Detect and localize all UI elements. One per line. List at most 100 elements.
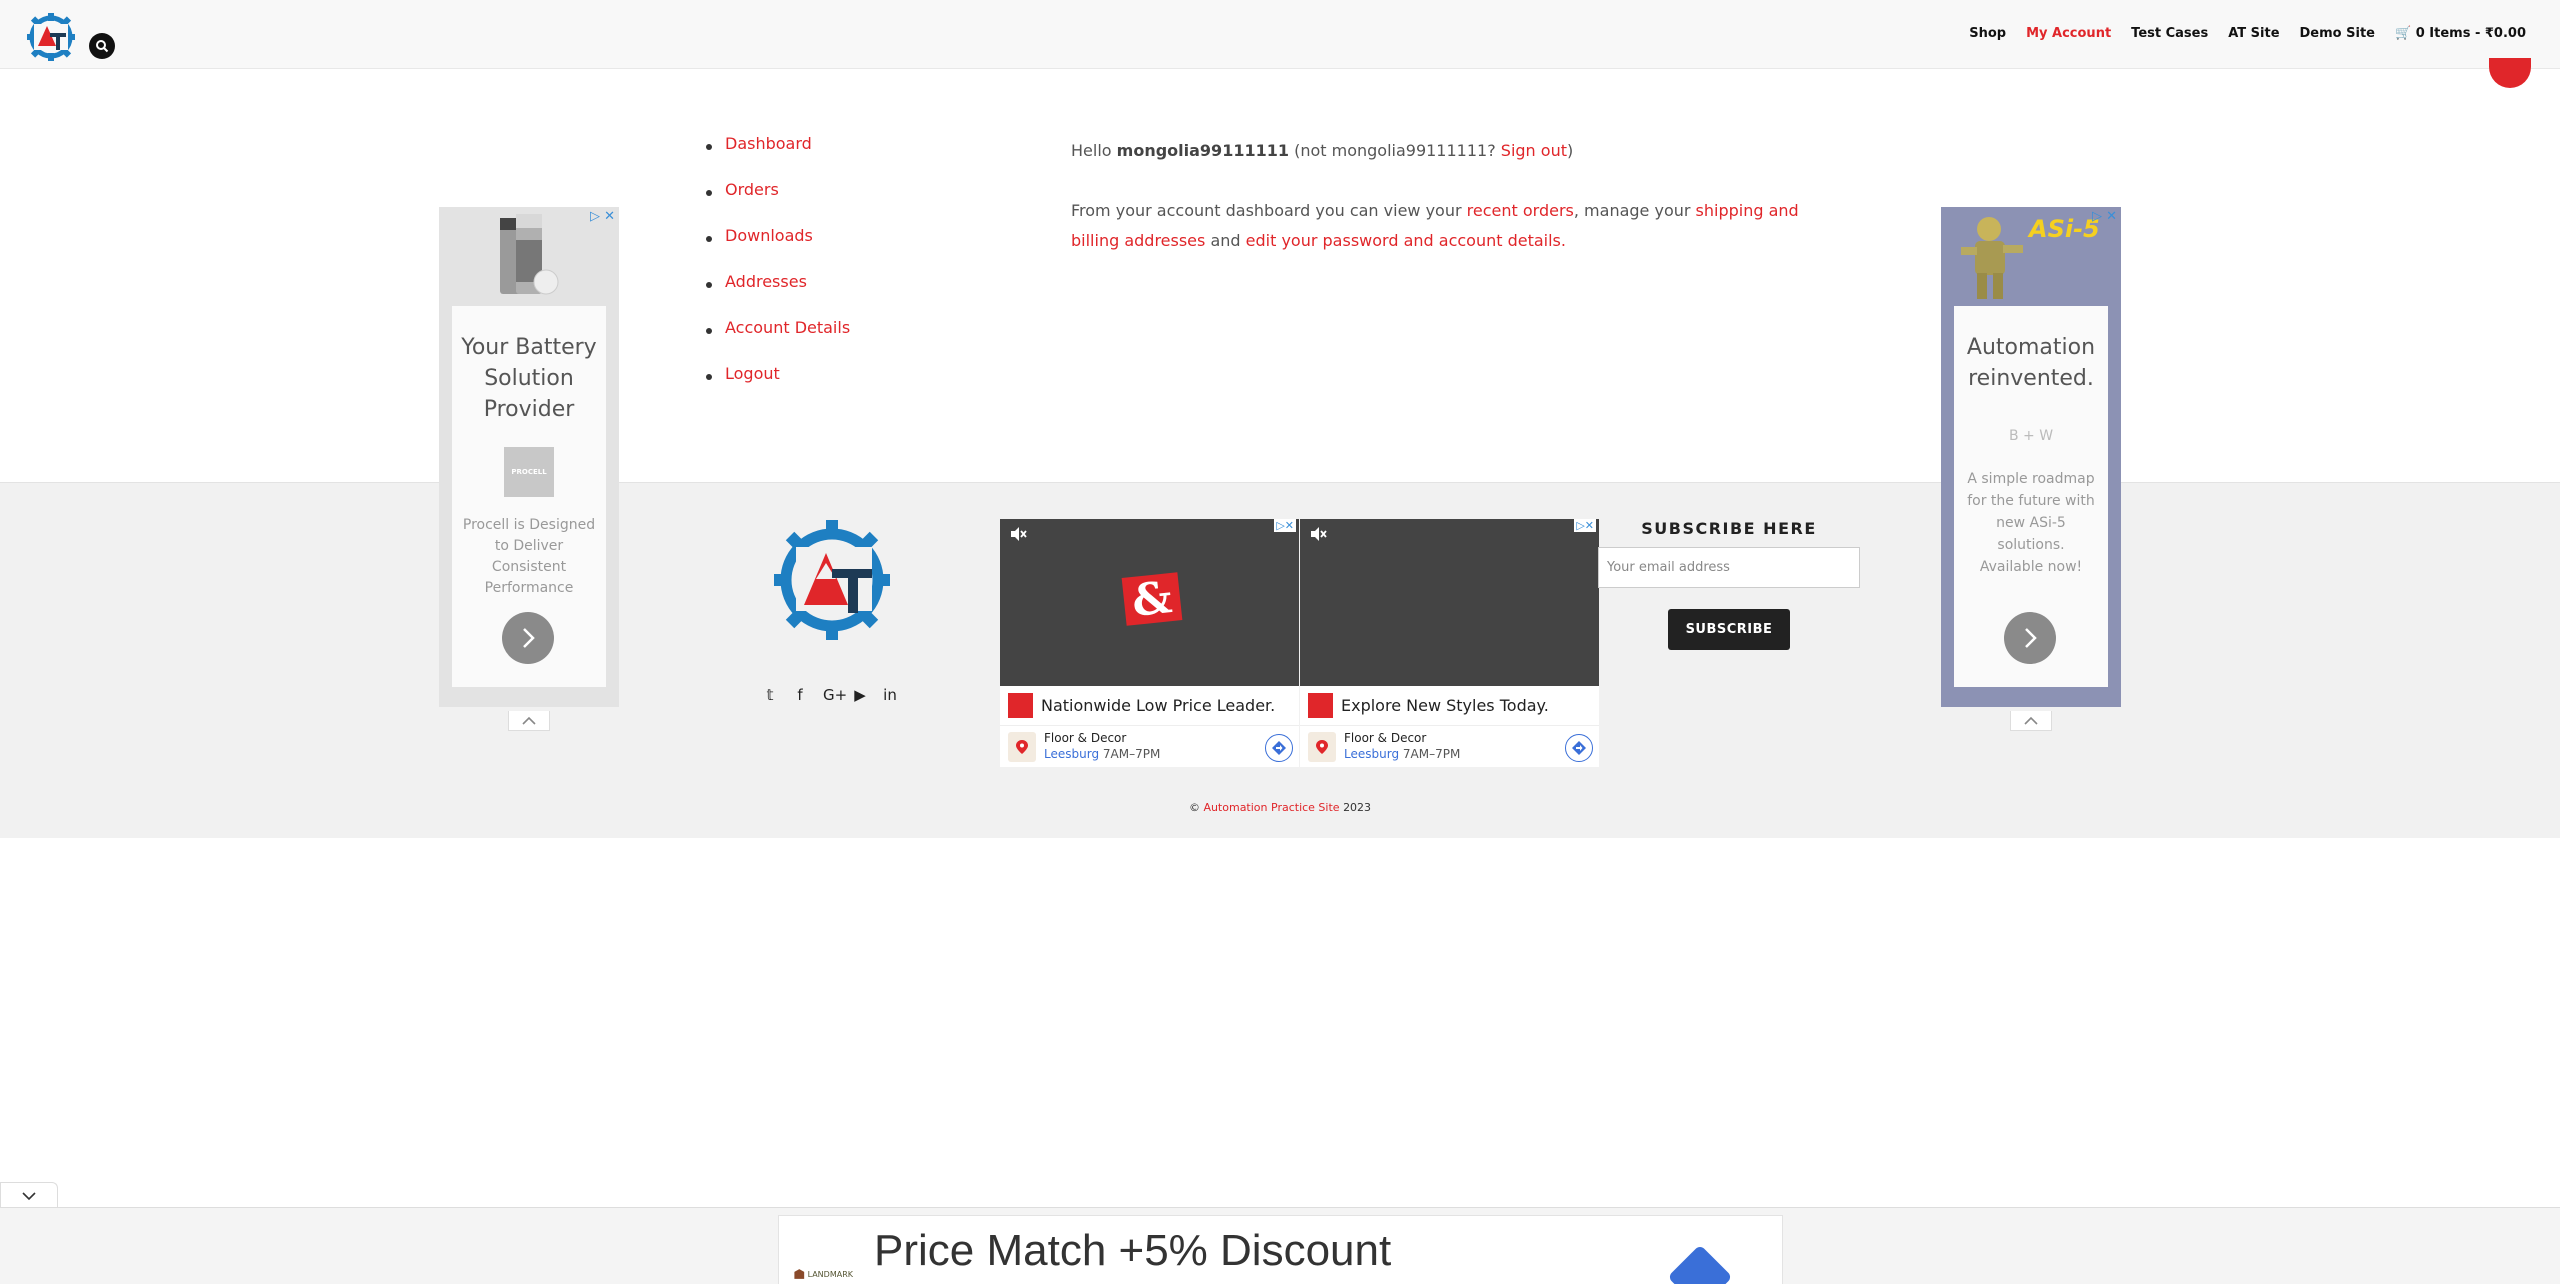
twitter-icon[interactable]: 𝕥: [763, 686, 777, 704]
bw-logo: B + W: [2006, 410, 2056, 462]
period: .: [1560, 231, 1566, 250]
account-nav-account-details[interactable]: Account Details: [725, 318, 850, 337]
cart-summary: 0 Items - ₹0.00: [2415, 26, 2526, 41]
video-ad-2[interactable]: ▷✕ Explore New Styles Today. Floor & Dec…: [1300, 519, 1599, 767]
directions-icon[interactable]: [1667, 1244, 1733, 1284]
footer-logo[interactable]: [774, 517, 890, 643]
side-ad-right-next-button[interactable]: [2004, 612, 2056, 664]
side-ad-left-next-button[interactable]: [502, 612, 554, 664]
recent-orders-link[interactable]: recent orders: [1467, 201, 1574, 220]
ad-choices-icon[interactable]: ▷ ✕: [590, 209, 615, 224]
hello-line: Hello mongolia99111111 (not mongolia9911…: [1071, 136, 1811, 166]
account-nav-item: Orders: [706, 180, 850, 226]
landmark-logo: LANDMARK: [793, 1262, 853, 1284]
directions-button[interactable]: [1565, 734, 1593, 762]
map-pin-icon: [1308, 732, 1336, 762]
video-player[interactable]: ▷✕: [1300, 519, 1599, 686]
bottom-ad-bar: LANDMARK Price Match +5% Discount: [0, 1207, 2560, 1284]
video-ad-title: Nationwide Low Price Leader.: [1041, 695, 1276, 715]
account-nav-downloads[interactable]: Downloads: [725, 226, 813, 245]
video-ad-1[interactable]: ▷✕ & Nationwide Low Price Leader. Floor …: [1000, 519, 1299, 767]
advertiser-location[interactable]: Leesburg: [1344, 747, 1399, 761]
dashboard-text-2: , manage your: [1573, 201, 1691, 220]
battery-product-image: [500, 214, 559, 295]
close-paren: ): [1566, 141, 1574, 160]
copyright-year: 2023: [1343, 801, 1372, 814]
asi5-banner-text: ASi-5: [2029, 215, 2100, 243]
video-player[interactable]: ▷✕ &: [1000, 519, 1299, 686]
video-ad-title-row: Explore New Styles Today.: [1300, 686, 1599, 724]
mute-icon[interactable]: [1010, 526, 1028, 542]
side-ad-left-body: Procell is Designed to Deliver Consisten…: [462, 517, 596, 596]
advertiser-location[interactable]: Leesburg: [1044, 747, 1099, 761]
dashboard-description: From your account dashboard you can view…: [1071, 196, 1811, 256]
nav-cart[interactable]: 🛒 0 Items - ₹0.00: [2395, 26, 2526, 41]
account-navigation: Dashboard Orders Downloads Addresses Acc…: [706, 134, 850, 410]
side-ad-right-body: A simple roadmap for the future with new…: [1967, 471, 2095, 575]
nav-test-cases[interactable]: Test Cases: [2131, 26, 2208, 41]
side-ad-right[interactable]: ASi-5 ▷ ✕ Automation reinvented. B + W A…: [1941, 207, 2121, 731]
chevron-up-icon: [2024, 716, 2038, 725]
linkedin-icon[interactable]: in: [883, 686, 897, 704]
video-ad-meta: Floor & Decor Leesburg 7AM–7PM: [1000, 725, 1299, 767]
social-links: 𝕥 f G+ ▶ in: [763, 686, 897, 704]
chevron-up-icon: [522, 716, 536, 725]
directions-button[interactable]: [1265, 734, 1293, 762]
bw-logo-text: B + W: [2008, 428, 2054, 444]
nav-shop[interactable]: Shop: [1969, 26, 2006, 41]
video-ad-meta: Floor & Decor Leesburg 7AM–7PM: [1300, 725, 1599, 767]
account-nav-logout[interactable]: Logout: [725, 364, 780, 383]
dashboard-text-1: From your account dashboard you can view…: [1071, 201, 1462, 220]
nav-my-account[interactable]: My Account: [2026, 26, 2111, 41]
advertiser-hours: 7AM–7PM: [1102, 747, 1161, 761]
bottom-ad[interactable]: LANDMARK Price Match +5% Discount: [778, 1215, 1783, 1284]
landmark-logo-text: LANDMARK: [807, 1269, 853, 1279]
ad-choices-icon[interactable]: ▷✕: [1274, 519, 1296, 532]
nav-at-site[interactable]: AT Site: [2228, 26, 2279, 41]
advertiser-location-row: Leesburg 7AM–7PM: [1344, 746, 1599, 762]
copyright: © Automation Practice Site 2023: [0, 801, 2560, 814]
side-ad-right-collapse[interactable]: [2010, 711, 2052, 731]
facebook-icon[interactable]: f: [793, 686, 807, 704]
subscribe-button[interactable]: SUBSCRIBE: [1668, 609, 1790, 650]
account-nav-item: Logout: [706, 364, 850, 410]
directions-icon: [1272, 741, 1286, 755]
not-user-text: (not mongolia99111111?: [1294, 141, 1496, 160]
nav-demo-site[interactable]: Demo Site: [2300, 26, 2375, 41]
mute-icon[interactable]: [1310, 526, 1328, 542]
brand-logo-icon: [1308, 692, 1333, 718]
dashboard-text-3: and: [1210, 231, 1241, 250]
youtube-icon[interactable]: ▶: [853, 686, 867, 704]
side-ad-right-headline: Automation reinvented.: [1966, 335, 2096, 391]
side-ad-right-card: Automation reinvented. B + W A simple ro…: [1954, 306, 2108, 687]
account-nav-item: Dashboard: [706, 134, 850, 180]
google-plus-icon[interactable]: G+: [823, 686, 847, 704]
side-ad-left[interactable]: ▷ ✕ Your Battery Solution Provider PROCE…: [439, 207, 619, 731]
side-ad-left-collapse[interactable]: [508, 711, 550, 731]
edit-account-link[interactable]: edit your password and account details: [1246, 231, 1561, 250]
procell-logo: PROCELL: [504, 447, 554, 497]
brand-logo-icon: [1008, 692, 1033, 718]
cart-badge[interactable]: [2489, 58, 2531, 88]
bottom-ad-toggle[interactable]: [0, 1182, 58, 1208]
search-button[interactable]: [89, 33, 115, 59]
map-pin-icon: [1008, 732, 1036, 762]
subscribe-widget: SUBSCRIBE HERE SUBSCRIBE: [1598, 519, 1860, 650]
account-nav-item: Downloads: [706, 226, 850, 272]
bottom-ad-title: Price Match +5% Discount: [874, 1226, 1392, 1275]
ad-choices-icon[interactable]: ▷✕: [1574, 519, 1596, 532]
account-dashboard-content: Hello mongolia99111111 (not mongolia9911…: [1071, 136, 1811, 256]
copyright-site-link[interactable]: Automation Practice Site: [1203, 801, 1339, 814]
site-logo[interactable]: [26, 12, 76, 62]
account-nav-dashboard[interactable]: Dashboard: [725, 134, 812, 153]
procell-logo-text: PROCELL: [511, 468, 547, 476]
chevron-right-icon: [2025, 628, 2037, 648]
account-nav-orders[interactable]: Orders: [725, 180, 779, 199]
ad-choices-icon[interactable]: ▷ ✕: [2092, 209, 2117, 224]
username: mongolia99111111: [1116, 141, 1289, 160]
account-nav-addresses[interactable]: Addresses: [725, 272, 807, 291]
sign-out-link[interactable]: Sign out: [1501, 141, 1567, 160]
subscribe-email-input[interactable]: [1598, 547, 1860, 588]
site-footer: 𝕥 f G+ ▶ in ▷✕ & Nationwide Low Price Le…: [0, 482, 2560, 838]
video-ad-title-row: Nationwide Low Price Leader.: [1000, 686, 1299, 724]
